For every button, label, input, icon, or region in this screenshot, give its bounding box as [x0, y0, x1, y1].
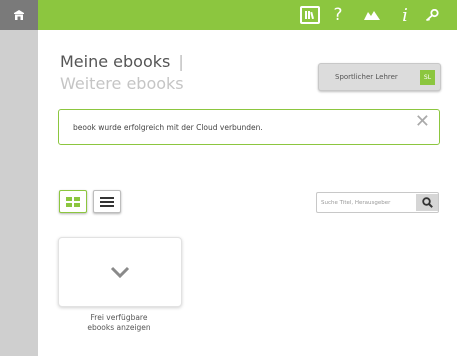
- help-icon[interactable]: ?: [321, 0, 355, 30]
- user-avatar-badge: SL: [420, 69, 435, 85]
- search-input[interactable]: Suche Titel, Herausgeber: [317, 200, 416, 206]
- chevron-down-icon: [110, 266, 130, 278]
- search-button[interactable]: [416, 194, 438, 211]
- key-icon[interactable]: [421, 0, 443, 30]
- alert-message: beook wurde erfolgreich mit der Cloud ve…: [73, 123, 263, 132]
- main-content: Meine ebooks | Weitere ebooks Sportlicher…: [38, 30, 457, 356]
- list-icon: [100, 196, 114, 207]
- library-icon[interactable]: [299, 0, 321, 30]
- tab-more-ebooks[interactable]: Weitere ebooks: [60, 74, 184, 93]
- grid-icon: [66, 196, 80, 207]
- close-icon[interactable]: ✕: [415, 113, 430, 131]
- title-separator: |: [178, 52, 184, 71]
- user-button[interactable]: Sportlicher Lehrer SL: [318, 63, 441, 91]
- grid-view-button[interactable]: [59, 190, 87, 213]
- free-ebooks-tile[interactable]: [58, 237, 182, 307]
- success-alert: beook wurde erfolgreich mit der Cloud ve…: [58, 109, 440, 145]
- tile-caption-line2: ebooks anzeigen: [87, 323, 151, 332]
- home-button[interactable]: [0, 0, 38, 30]
- info-icon[interactable]: i: [389, 0, 421, 30]
- top-bar: ? i: [0, 0, 457, 30]
- list-view-button[interactable]: [93, 190, 121, 213]
- home-icon: [14, 10, 24, 20]
- title-my-ebooks[interactable]: Meine ebooks: [60, 52, 170, 71]
- sidebar: [0, 0, 38, 356]
- tile-caption[interactable]: Frei verfügbare ebooks anzeigen: [58, 313, 180, 333]
- top-icon-group: ? i: [299, 0, 443, 30]
- tile-caption-line1: Frei verfügbare: [90, 313, 148, 322]
- user-button-label: Sportlicher Lehrer: [335, 73, 398, 81]
- search-box: Suche Titel, Herausgeber: [316, 192, 439, 213]
- mountain-icon[interactable]: [355, 0, 389, 30]
- page-title[interactable]: Meine ebooks |: [60, 52, 184, 71]
- search-icon: [421, 197, 433, 208]
